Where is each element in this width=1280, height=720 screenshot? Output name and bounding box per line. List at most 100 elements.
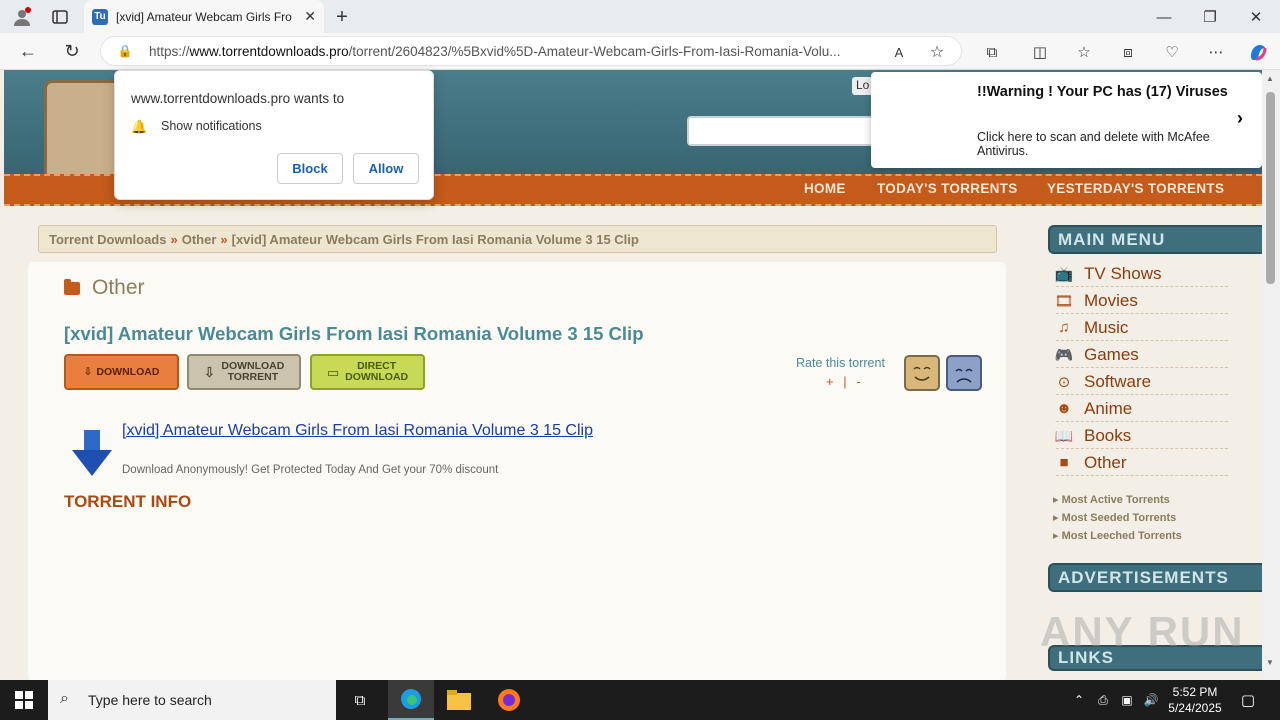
url-prefix: https:// [149,43,190,59]
url-host: www.torrentdownloads.pro [189,43,349,59]
rate-minus-link[interactable]: - [856,374,860,389]
download-torrent-line2: TORRENT [227,371,279,383]
restore-icon[interactable]: ❐ [1198,5,1222,29]
task-view-icon[interactable]: ⧉ [348,688,372,712]
page-scrollbar[interactable]: ▲ ▼ [1262,70,1280,680]
link-most-leeched[interactable]: Most Leeched Torrents [1053,529,1182,542]
scroll-up-icon[interactable]: ▲ [1266,74,1274,83]
gamepad-icon: 🎮 [1054,346,1074,364]
tray-chevron-icon[interactable]: ⌃ [1070,690,1088,710]
favorites-icon[interactable]: ☆ [1072,40,1096,64]
menu-item-books[interactable]: 📖 Books [1054,423,1228,449]
browser-essentials-icon[interactable]: ♡ [1160,40,1184,64]
back-icon[interactable]: ← [16,39,40,63]
notification-center-icon[interactable]: ▢ [1236,688,1260,712]
download-link[interactable]: [xvid] Amateur Webcam Girls From Iasi Ro… [122,422,593,440]
anime-icon: ☻ [1056,400,1072,417]
profile-icon[interactable] [10,5,34,29]
direct-download-button[interactable]: ▭ DIRECT DOWNLOAD [310,354,425,390]
block-button[interactable]: Block [277,153,343,184]
site-search-input[interactable] [687,116,887,146]
tab-active[interactable]: Tu [xvid] Amateur Webcam Girls Fro ✕ [84,0,324,33]
windows-taskbar: ⌕ Type here to search ⧉ ⌃ ⎙ ▣ 🔊 5:52 PM … [0,680,1280,720]
menu-item-label: Anime [1084,398,1133,418]
refresh-icon[interactable]: ↻ [60,39,84,63]
network-icon[interactable]: ▣ [1118,690,1136,710]
clock-date: 5/24/2025 [1168,701,1222,715]
link-most-seeded[interactable]: Most Seeded Torrents [1053,511,1177,524]
menu-item-music[interactable]: ♫ Music [1056,315,1228,341]
close-window-icon[interactable]: ✕ [1244,5,1268,29]
permission-text: Show notifications [161,119,262,133]
folder-icon: ■ [1059,454,1069,471]
lock-icon[interactable]: 🔒 [117,43,133,59]
tab-close-icon[interactable]: ✕ [304,8,316,25]
favorite-star-icon[interactable]: ☆ [927,42,947,62]
breadcrumb-category[interactable]: Other [182,232,217,247]
volume-icon[interactable]: 🔊 [1142,690,1160,710]
edge-taskbar-icon[interactable] [388,680,434,720]
address-bar[interactable]: 🔒 https://www.torrentdownloads.pro/torre… [100,36,962,66]
permission-title: www.torrentdownloads.pro wants to [131,91,345,106]
taskbar-search-placeholder: Type here to search [88,692,212,708]
allow-button[interactable]: Allow [353,153,419,184]
taskbar-clock[interactable]: 5:52 PM 5/24/2025 [1160,684,1230,716]
search-icon: ⌕ [60,690,69,707]
split-screen-icon[interactable]: ◫ [1028,40,1052,64]
new-tab-icon[interactable]: + [330,5,354,29]
menu-item-software[interactable]: ⊙ Software [1056,369,1228,395]
browser-toolbar: ← ↻ 🔒 https://www.torrentdownloads.pro/t… [0,33,1280,70]
direct-line2: DOWNLOAD [345,371,409,383]
download-torrent-button[interactable]: ⇩ DOWNLOAD TORRENT [187,354,301,390]
minimize-icon[interactable]: — [1152,5,1176,29]
windows-start-icon[interactable] [12,690,36,710]
warning-body: Click here to scan and delete with McAfe… [977,130,1210,158]
collections-icon[interactable]: ⧈ [1116,40,1140,64]
chevron-right-icon[interactable]: › [1237,108,1243,129]
anon-offer-text[interactable]: Download Anonymously! Get Protected Toda… [122,464,498,476]
category-label: Other [92,276,145,299]
virus-warning-popup[interactable]: !!Warning ! Your PC has (17) Viruses Cli… [871,72,1262,168]
firefox-icon[interactable] [496,688,522,712]
torrent-info-heading: TORRENT INFO [64,492,192,511]
site-favicon: Tu [92,8,108,25]
menu-item-tv-shows[interactable]: 📺 TV Shows [1055,261,1228,287]
nav-yesterdays-torrents[interactable]: YESTERDAY'S TORRENTS [1047,181,1224,196]
link-most-active[interactable]: Most Active Torrents [1053,493,1170,506]
nav-todays-torrents[interactable]: TODAY'S TORRENTS [877,181,1018,196]
torrent-content: Other [xvid] Amateur Webcam Girls From I… [28,262,1006,680]
warning-heading: !!Warning ! Your PC has (17) Viruses [977,84,1228,100]
happy-face-icon[interactable] [904,355,940,391]
music-icon: ♫ [1058,319,1070,336]
anyrun-watermark: ANY RUN [1040,608,1245,655]
taskbar-search-input[interactable]: ⌕ Type here to search [48,680,336,720]
menu-item-games[interactable]: 🎮 Games [1054,342,1228,368]
more-menu-icon[interactable]: ⋯ [1204,40,1228,64]
nav-home[interactable]: HOME [804,181,846,196]
tab-actions-icon[interactable] [48,5,72,29]
notification-permission-popup: www.torrentdownloads.pro wants to 🔔 Show… [114,70,434,200]
scrollbar-thumb[interactable] [1266,92,1275,284]
menu-item-label: Other [1084,452,1127,472]
extensions-icon[interactable]: ⧉ [980,40,1004,64]
copilot-icon[interactable] [1246,40,1270,64]
menu-item-movies[interactable]: 🎞 Movies [1054,288,1228,314]
menu-item-anime[interactable]: ☻ Anime [1056,396,1228,422]
bell-icon: 🔔 [131,119,148,134]
sad-face-icon[interactable] [946,355,982,391]
tray-device-icon[interactable]: ⎙ [1094,690,1112,710]
scroll-down-icon[interactable]: ▼ [1266,658,1274,667]
rate-plus-link[interactable]: + [826,374,834,389]
file-explorer-icon[interactable] [446,688,472,712]
menu-item-other[interactable]: ■ Other [1056,450,1228,476]
menu-item-label: Games [1084,344,1139,364]
sidebar: MAIN MENU 📺 TV Shows 🎞 Movies ♫ Music 🎮 Game… [1048,225,1262,671]
menu-item-label: Books [1084,425,1132,445]
book-icon: 📖 [1054,427,1074,445]
download-button[interactable]: ⇩ DOWNLOAD [64,354,179,390]
direct-download-label: DIRECT DOWNLOAD [345,361,408,383]
rate-sep: | [843,374,847,389]
read-aloud-icon[interactable]: A [889,42,909,62]
folder-icon [64,278,80,295]
breadcrumb-home[interactable]: Torrent Downloads [49,232,166,247]
